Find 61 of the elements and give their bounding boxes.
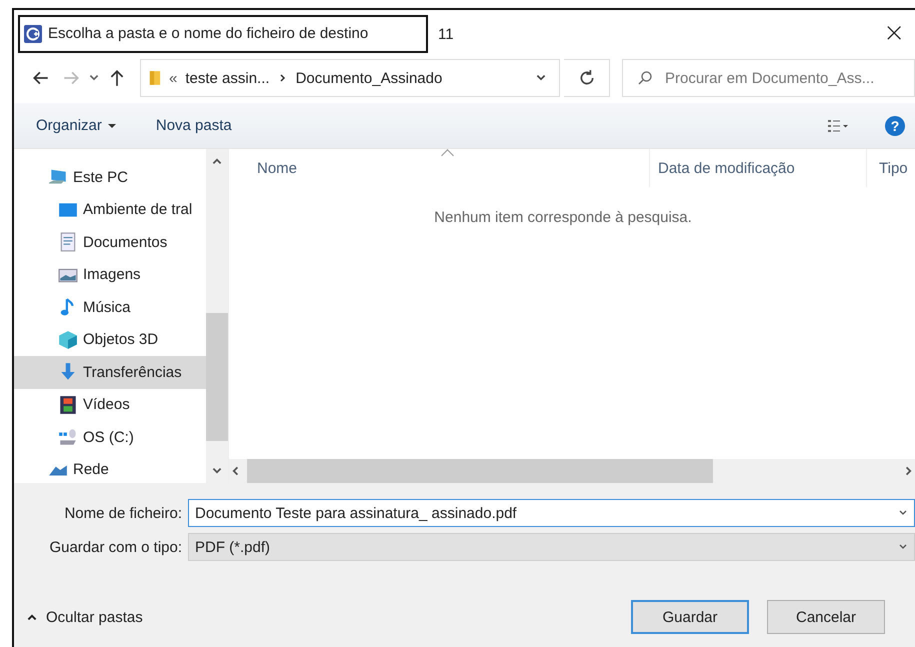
save-button[interactable]: Guardar xyxy=(631,600,749,634)
app-icon xyxy=(24,24,42,42)
sidebar-label: Música xyxy=(83,298,131,316)
overflow-chevron[interactable]: « xyxy=(169,70,178,86)
annotation-number: 11 xyxy=(438,26,454,43)
dropdown-icon xyxy=(108,124,116,128)
search-field[interactable]: Procurar em Documento_Ass... xyxy=(622,59,915,97)
cancel-button[interactable]: Cancelar xyxy=(767,600,885,634)
help-icon[interactable]: ? xyxy=(885,116,905,136)
sidebar-label: Transferências xyxy=(83,364,182,381)
vertical-scrollbar[interactable] xyxy=(206,149,228,483)
cube-icon xyxy=(58,330,78,350)
search-icon xyxy=(637,70,653,86)
column-header[interactable]: Nome xyxy=(229,149,650,187)
sidebar-label: OS (C:) xyxy=(83,428,134,446)
sidebar-item[interactable]: OS (C:) xyxy=(14,421,206,454)
sidebar-item[interactable]: Imagens xyxy=(14,258,206,291)
drive-icon xyxy=(58,427,78,448)
toolbar-button[interactable]: Nova pasta xyxy=(150,113,238,138)
sidebar-item[interactable]: Documentos xyxy=(14,226,206,258)
scrollbar-thumb[interactable] xyxy=(247,459,713,483)
chevron-right-icon[interactable] xyxy=(278,73,288,83)
hide-folders-toggle[interactable]: Ocultar pastas xyxy=(26,608,143,626)
field-label: Nome de ficheiro: xyxy=(63,504,183,522)
up-arrow-icon[interactable] xyxy=(108,69,126,87)
sidebar-item[interactable]: Vídeos xyxy=(14,388,206,421)
folder-icon xyxy=(149,69,161,87)
organize-menu-button[interactable]: Organizar xyxy=(30,113,122,138)
scrollbar-thumb[interactable] xyxy=(206,313,228,441)
sidebar-item[interactable]: Transferências xyxy=(14,356,206,388)
sidebar-label: Objetos 3D xyxy=(83,331,158,348)
sidebar-label: Vídeos xyxy=(83,396,130,414)
sidebar-label: Este PC xyxy=(73,168,128,186)
empty-message: Nenhum item corresponde à pesquisa. xyxy=(433,208,693,228)
address-bar[interactable]: « teste assin... Documento_Assinado xyxy=(140,59,560,97)
sidebar-item[interactable]: Este PC xyxy=(14,161,206,194)
field-label: Guardar com o tipo: xyxy=(48,538,183,556)
search-input: Procurar em Documento_Ass... xyxy=(663,68,914,88)
sidebar-item[interactable]: Objetos 3D xyxy=(14,324,206,356)
window-title: Escolha a pasta e o nome do ficheiro de destino xyxy=(48,25,368,42)
film-icon xyxy=(58,394,78,415)
back-arrow-icon[interactable] xyxy=(32,69,50,87)
sidebar-label: Documentos xyxy=(83,234,168,251)
document-icon xyxy=(58,232,78,252)
column-header[interactable]: Tipo xyxy=(867,149,915,187)
breadcrumb-item[interactable]: teste assin... xyxy=(185,70,270,86)
sidebar-item[interactable]: Música xyxy=(14,291,206,324)
filename-field[interactable]: Documento Teste para assinatura_ assinado.pdf xyxy=(188,499,915,527)
column-header[interactable]: Data de modificação xyxy=(650,149,867,187)
horizontal-scrollbar[interactable] xyxy=(229,459,915,483)
sidebar-item[interactable]: Ambiente de tral xyxy=(14,194,206,226)
sidebar-label: Imagens xyxy=(83,266,141,284)
close-button[interactable]: × xyxy=(873,18,915,48)
breadcrumb-item[interactable]: Documento_Assinado xyxy=(296,70,442,86)
sidebar-item[interactable]: Rede xyxy=(14,454,206,483)
refresh-icon xyxy=(578,69,596,87)
file-type-dropdown[interactable]: PDF (*.pdf) xyxy=(188,533,915,561)
refresh-button[interactable] xyxy=(564,59,610,97)
sidebar-label: Rede xyxy=(73,461,109,478)
view-options-icon[interactable] xyxy=(827,118,849,132)
sidebar-label: Ambiente de tral xyxy=(83,201,192,218)
